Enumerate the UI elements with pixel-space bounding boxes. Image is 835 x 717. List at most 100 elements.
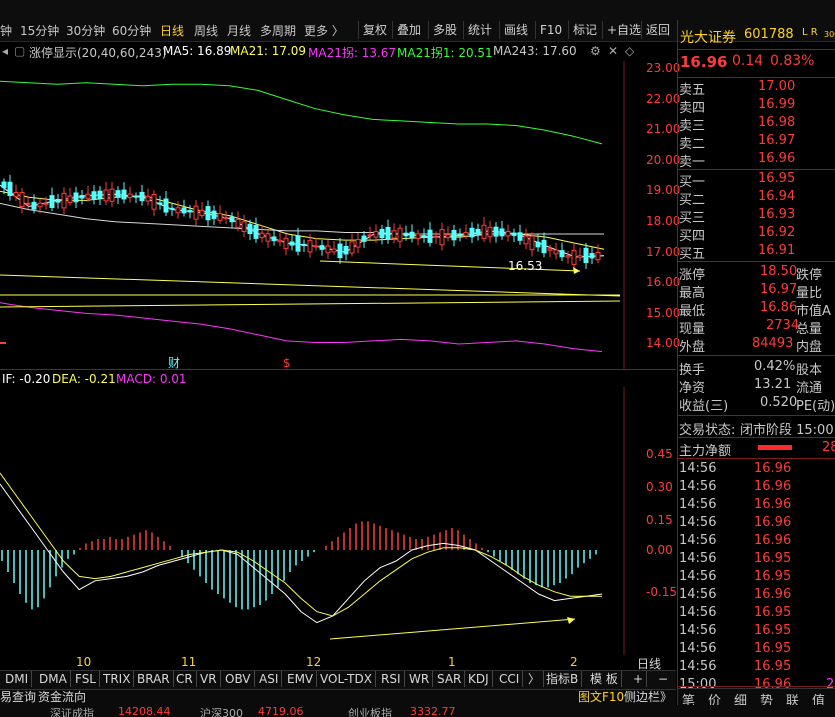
template-button[interactable]: 模 板 — [587, 671, 622, 687]
add-watchlist-button[interactable]: +自选 — [602, 21, 645, 39]
tick-row: 14:56 16.95 — [679, 641, 792, 656]
tick-row: 14:56 16.96 — [679, 497, 792, 512]
period-tab-minute[interactable]: 钟 — [0, 22, 12, 39]
tick-row: 14:56 16.96 — [679, 479, 792, 494]
indicator-tab-fsl[interactable]: FSL — [72, 671, 100, 687]
index-label[interactable]: 创业板指 — [348, 705, 392, 717]
price-tick: 22.00 — [646, 92, 681, 106]
price-tick: 21.00 — [646, 122, 681, 136]
orderbook-ask[interactable]: 卖五 17.00 — [678, 78, 835, 98]
quote-row: 外盘 84493 内盘 — [679, 336, 823, 355]
period-tab-multi[interactable]: 多周期 — [260, 22, 296, 39]
orderbook-ask[interactable]: 卖二 16.97 — [678, 132, 835, 152]
indicator-tab-wr[interactable]: WR — [406, 671, 434, 687]
indicator-bar: ◂ ▢ 涨停显示(20,40,60,243) MA5: 16.89 MA21: … — [0, 41, 676, 61]
quote-row: 最高 16.97 量比 — [679, 282, 823, 301]
index-value: 4719.06 — [258, 705, 304, 717]
menu-tab-query[interactable]: 易查询 — [0, 690, 36, 705]
indicator-tab-obv[interactable]: OBV — [222, 671, 255, 687]
x-tick: 10 — [76, 655, 92, 669]
macd-value: MACD: 0.01 — [116, 372, 187, 386]
quote-row: 涨停 18.50 跌停 — [679, 264, 823, 283]
indicator-tab-more[interactable]: 〉 — [525, 671, 545, 687]
stock-name[interactable]: 光大证券 — [680, 27, 736, 47]
main-flow-bar — [758, 445, 792, 450]
stat-row: 换手 0.42% 股本 — [679, 359, 823, 378]
period-tab-15m[interactable]: 15分钟 — [20, 22, 59, 39]
period-tab-weekly[interactable]: 周线 — [194, 22, 218, 39]
tick-row: 14:56 16.95 — [679, 605, 792, 620]
expand-icon[interactable]: ◇ — [625, 44, 634, 58]
x-tick: 12 — [306, 655, 322, 669]
dea-value: DEA: -0.21 — [52, 372, 116, 386]
period-tab-daily[interactable]: 日线 — [160, 22, 184, 39]
indicator-tab-brar[interactable]: BRAR — [134, 671, 174, 687]
ma21ext1-value: MA21拐1: 20.51 — [397, 46, 493, 60]
stat-row: 收益(三) 0.520 PE(动) — [679, 395, 835, 414]
indicator-name[interactable]: 涨停显示(20,40,60,243) — [29, 44, 167, 61]
mark-button[interactable]: 标记 — [568, 21, 601, 39]
indicator-tab-vol-tdx[interactable]: VOL-TDX — [317, 671, 376, 687]
draw-line-button[interactable]: 画线 — [499, 21, 532, 39]
tick-row: 14:56 16.96 — [679, 461, 792, 476]
menu-tab-f10[interactable]: 图文F10 — [578, 690, 624, 705]
zoom-in-button[interactable]: + — [630, 671, 648, 687]
macd-tick: 0.00 — [646, 543, 673, 557]
x-tick: 1 — [448, 655, 456, 669]
zoom-out-button[interactable]: − — [655, 671, 671, 687]
orderbook-bid[interactable]: 买一 16.95 — [678, 170, 835, 190]
indicator-tab-b[interactable]: 指标B — [543, 671, 583, 687]
macd-tick: 0.15 — [646, 513, 673, 527]
tick-row: 14:56 16.96 — [679, 515, 792, 530]
price-tick: 15.00 — [646, 306, 681, 320]
period-tab-monthly[interactable]: 月线 — [227, 22, 251, 39]
indicator-tab-cr[interactable]: CR — [173, 671, 197, 687]
overlay-button[interactable]: 叠加 — [392, 21, 425, 39]
price-change-pct: 0.83% — [770, 53, 815, 69]
indicator-tab-trix[interactable]: TRIX — [100, 671, 135, 687]
orderbook-ask[interactable]: 卖三 16.98 — [678, 114, 835, 134]
orderbook-ask[interactable]: 卖四 16.99 — [678, 96, 835, 116]
collapse-icon[interactable]: ◂ — [2, 44, 8, 58]
settings-gear-icon[interactable]: ⚙ — [590, 44, 601, 58]
indicator-tab-emv[interactable]: EMV — [284, 671, 318, 687]
indicator-tab-cci[interactable]: CCI — [496, 671, 524, 687]
close-icon[interactable]: ✕ — [608, 44, 618, 58]
price-tick: 19.00 — [646, 183, 681, 197]
index-label[interactable]: 深证成指 — [50, 705, 94, 717]
indicator-tab-dmi[interactable]: DMI — [2, 671, 33, 687]
back-button[interactable]: 返回 — [641, 21, 674, 39]
orderbook-bid[interactable]: 买四 16.92 — [678, 224, 835, 244]
orderbook-bid[interactable]: 买三 16.93 — [678, 206, 835, 226]
indicator-tab-dma[interactable]: DMA — [36, 671, 71, 687]
stat-row: 净资 13.21 流通 — [679, 377, 823, 396]
multi-stock-button[interactable]: 多股 — [428, 21, 461, 39]
detail-tabs: 笔 价 细 势 联 值 — [677, 688, 835, 709]
indicator-tab-asi[interactable]: ASI — [256, 671, 283, 687]
macd-label-bar: IF: -0.20 DEA: -0.21 MACD: 0.01 — [0, 371, 620, 387]
indicator-tab-rsi[interactable]: RSI — [378, 671, 405, 687]
tick-row: 14:56 16.95 — [679, 551, 792, 566]
index-label[interactable]: 沪深300 — [200, 705, 243, 717]
f10-button[interactable]: F10 — [535, 21, 566, 39]
adjust-button[interactable]: 复权 — [358, 21, 391, 39]
menu-tab-money-flow[interactable]: 资金流向 — [38, 690, 86, 705]
indicator-tab-vr[interactable]: VR — [197, 671, 221, 687]
period-tab-30m[interactable]: 30分钟 — [66, 22, 105, 39]
quote-panel: 光大证券 601788 L R 300 16.96 0.14 0.83% 卖五1… — [677, 20, 835, 692]
indicator-tab-sar[interactable]: SAR — [434, 671, 466, 687]
indicator-tab-kdj[interactable]: KDJ — [465, 671, 493, 687]
orderbook-bid[interactable]: 买五 16.91 — [678, 242, 835, 262]
menu-tab-sidebar[interactable]: 侧边栏》 — [624, 690, 672, 705]
orderbook-bid[interactable]: 买二 16.94 — [678, 188, 835, 208]
index-status-bar: 深证成指 14208.44 沪深300 4719.06 创业板指 3332.77 — [0, 705, 835, 717]
stats-button[interactable]: 统计 — [463, 21, 496, 39]
orderbook-ask[interactable]: 卖一 16.96 — [678, 150, 835, 170]
indicator-checkbox-icon[interactable]: ▢ — [14, 44, 25, 58]
macd-y-axis: 0.45 0.30 0.15 0.00 -0.15 — [0, 387, 677, 655]
period-tab-more[interactable]: 更多 〉 — [304, 22, 344, 39]
stock-flags-small: 300 — [824, 30, 835, 39]
period-tab-60m[interactable]: 60分钟 — [112, 22, 151, 39]
price-tick: 14.00 — [646, 336, 681, 350]
price-tick: 23.00 — [646, 61, 681, 75]
